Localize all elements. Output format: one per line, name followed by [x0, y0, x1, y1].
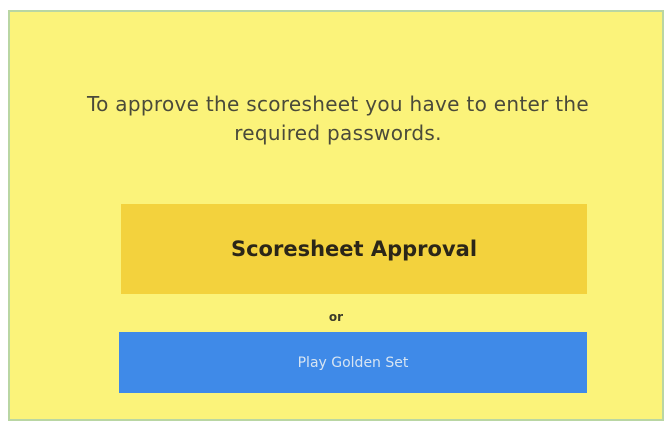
- or-separator: or: [328, 310, 344, 324]
- scoresheet-approval-button[interactable]: Scoresheet Approval: [121, 204, 587, 294]
- play-golden-set-button[interactable]: Play Golden Set: [119, 332, 587, 393]
- approval-panel: To approve the scoresheet you have to en…: [8, 10, 664, 421]
- approval-instructions-text: To approve the scoresheet you have to en…: [87, 92, 589, 145]
